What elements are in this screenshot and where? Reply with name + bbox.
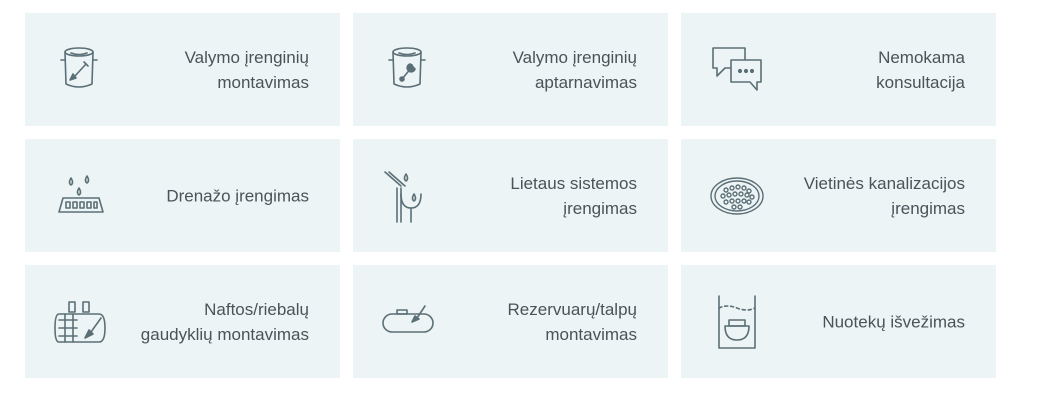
service-card-sewage-removal[interactable]: Nuotekų išvežimas bbox=[681, 265, 996, 378]
services-grid: Valymo įrenginių montavimas Valymo įreng… bbox=[25, 13, 996, 378]
gutter-icon bbox=[379, 166, 439, 226]
service-card-reservoirs[interactable]: Rezervuarų/talpų montavimas bbox=[353, 265, 668, 378]
service-card-drainage[interactable]: Drenažo įrengimas bbox=[25, 139, 340, 252]
service-label: Rezervuarų/talpų montavimas bbox=[507, 299, 637, 344]
service-card-consultation[interactable]: Nemokama konsultacija bbox=[681, 13, 996, 126]
service-label: Naftos/riebalų gaudyklių montavimas bbox=[140, 299, 309, 344]
service-label: Drenažo įrengimas bbox=[166, 186, 309, 205]
service-label: Valymo įrenginių aptarnavimas bbox=[512, 47, 637, 92]
service-label: Valymo įrenginių montavimas bbox=[184, 47, 309, 92]
tank-wrench-icon bbox=[379, 40, 439, 100]
separator-tanks-icon bbox=[51, 292, 111, 352]
service-card-rain-system[interactable]: Lietaus sistemos įrengimas bbox=[353, 139, 668, 252]
service-label: Lietaus sistemos įrengimas bbox=[510, 173, 637, 218]
service-card-maintenance[interactable]: Valymo įrenginių aptarnavimas bbox=[353, 13, 668, 126]
manhole-grate-icon bbox=[707, 166, 767, 226]
drainage-icon bbox=[51, 166, 111, 226]
service-card-separators[interactable]: Naftos/riebalų gaudyklių montavimas bbox=[25, 265, 340, 378]
service-card-sewage-system[interactable]: Vietinės kanalizacijos įrengimas bbox=[681, 139, 996, 252]
service-label: Nuotekų išvežimas bbox=[822, 312, 965, 331]
service-card-installation[interactable]: Valymo įrenginių montavimas bbox=[25, 13, 340, 126]
chat-bubbles-icon bbox=[707, 40, 767, 100]
service-label: Nemokama konsultacija bbox=[876, 47, 965, 92]
service-label: Vietinės kanalizacijos įrengimas bbox=[803, 173, 965, 218]
tank-shovel-icon bbox=[51, 40, 111, 100]
reservoir-shovel-icon bbox=[379, 292, 439, 352]
sewage-tank-icon bbox=[707, 292, 767, 352]
